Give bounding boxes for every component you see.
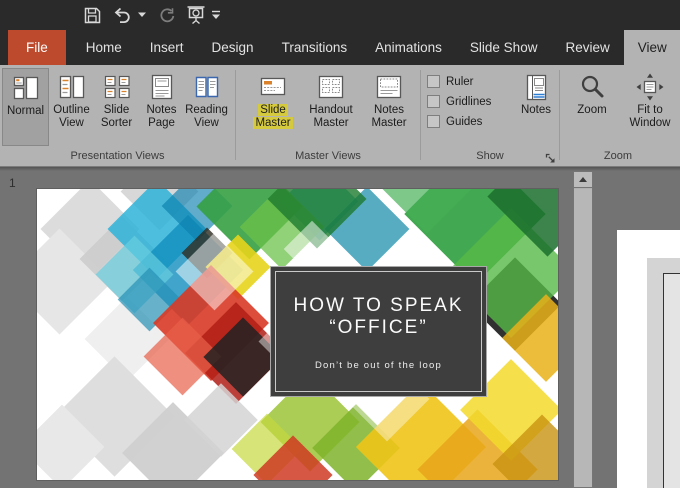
vertical-scrollbar[interactable] xyxy=(573,171,593,488)
checkbox-icon xyxy=(427,115,440,128)
page-placeholder-box xyxy=(663,273,680,488)
button-label: Handout Master xyxy=(302,104,360,130)
button-label: Slide Sorter xyxy=(94,104,139,130)
normal-view-button[interactable]: Normal xyxy=(2,68,49,146)
group-show: Ruler Gridlines Guides Notes Show xyxy=(421,65,559,166)
checkbox-label: Guides xyxy=(446,116,482,128)
tab-transitions[interactable]: Transitions xyxy=(268,30,362,65)
notes-page-icon xyxy=(147,72,177,102)
tab-review[interactable]: Review xyxy=(551,30,623,65)
scrollbar-thumb[interactable] xyxy=(574,189,592,487)
group-presentation-views: Normal Outline View Slide Sorter Notes P… xyxy=(0,65,235,166)
slide-number: 1 xyxy=(9,176,16,190)
group-label-master-views: Master Views xyxy=(236,149,420,166)
slide-subtitle: Don’t be out of the loop xyxy=(315,360,442,371)
button-label: Notes Master xyxy=(360,104,418,130)
show-dialog-launcher[interactable] xyxy=(544,152,556,164)
group-label-show: Show xyxy=(421,149,559,166)
gridlines-checkbox[interactable]: Gridlines xyxy=(427,95,513,108)
fit-to-window-icon xyxy=(635,72,665,102)
notes-master-icon xyxy=(374,72,404,102)
guides-checkbox[interactable]: Guides xyxy=(427,115,513,128)
notes-page-button[interactable]: Notes Page xyxy=(139,68,184,146)
slide-sorter-button[interactable]: Slide Sorter xyxy=(94,68,139,146)
checkbox-label: Ruler xyxy=(446,76,473,88)
start-from-beginning-button[interactable] xyxy=(184,3,208,27)
redo-icon xyxy=(158,7,175,24)
checkbox-icon xyxy=(427,95,440,108)
tab-slide-show[interactable]: Slide Show xyxy=(456,30,552,65)
notes-button[interactable]: Notes xyxy=(513,68,559,146)
outline-view-button[interactable]: Outline View xyxy=(49,68,94,146)
highlighted-label: Slide Master xyxy=(253,104,292,129)
tab-file[interactable]: File xyxy=(8,30,66,65)
group-master-views: Slide Master Handout Master Notes Master… xyxy=(236,65,420,166)
normal-view-icon xyxy=(11,73,41,103)
customize-qat-icon xyxy=(211,10,221,20)
group-zoom: Zoom Fit to Window Zoom xyxy=(560,65,680,166)
button-label: Fit to Window xyxy=(622,104,678,130)
button-label: Slide Master xyxy=(244,104,302,130)
ruler-checkbox[interactable]: Ruler xyxy=(427,75,513,88)
tab-animations[interactable]: Animations xyxy=(361,30,456,65)
checkbox-icon xyxy=(427,75,440,88)
page-placeholder-area xyxy=(647,258,680,488)
button-label: Outline View xyxy=(49,104,94,130)
slide-sorter-icon xyxy=(102,72,132,102)
group-label-zoom: Zoom xyxy=(560,149,676,166)
zoom-button[interactable]: Zoom xyxy=(570,68,614,146)
tab-insert[interactable]: Insert xyxy=(136,30,198,65)
slide-canvas[interactable]: HOW TO SPEAK “OFFICE” Don’t be out of th… xyxy=(37,189,558,480)
undo-icon xyxy=(113,7,132,24)
tab-design[interactable]: Design xyxy=(198,30,268,65)
handout-master-icon xyxy=(316,72,346,102)
reading-view-icon xyxy=(192,72,222,102)
slide-master-button[interactable]: Slide Master xyxy=(244,68,302,146)
button-label: Notes xyxy=(521,104,551,117)
triangle-up-icon xyxy=(579,177,587,182)
handout-master-button[interactable]: Handout Master xyxy=(302,68,360,146)
save-icon xyxy=(83,6,102,25)
zoom-icon xyxy=(577,72,607,102)
button-label: Zoom xyxy=(577,104,606,117)
slide-title: HOW TO SPEAK “OFFICE” xyxy=(293,295,463,339)
outline-view-icon xyxy=(57,72,87,102)
customize-qat-button[interactable] xyxy=(210,3,222,27)
chevron-down-icon xyxy=(138,12,146,18)
checkbox-label: Gridlines xyxy=(446,96,491,108)
undo-button[interactable] xyxy=(110,3,134,27)
undo-dropdown-button[interactable] xyxy=(136,3,148,27)
fit-to-window-button[interactable]: Fit to Window xyxy=(622,68,678,146)
start-from-beginning-icon xyxy=(186,5,206,25)
tab-home[interactable]: Home xyxy=(72,30,136,65)
slide-master-icon xyxy=(258,72,288,102)
redo-button-disabled[interactable] xyxy=(154,3,178,27)
title-bar xyxy=(0,0,680,30)
ribbon-tab-bar: File Home Insert Design Transitions Anim… xyxy=(0,30,680,65)
button-label: Notes Page xyxy=(139,104,184,130)
reading-view-button[interactable]: Reading View xyxy=(184,68,229,146)
adjacent-page-fragment xyxy=(617,230,680,488)
tab-view[interactable]: View xyxy=(624,30,680,65)
notes-icon xyxy=(521,72,551,102)
button-label: Reading View xyxy=(184,104,229,130)
group-label-presentation-views: Presentation Views xyxy=(0,149,235,166)
title-placeholder[interactable]: HOW TO SPEAK “OFFICE” Don’t be out of th… xyxy=(270,266,487,397)
ribbon-view-tab-content: Normal Outline View Slide Sorter Notes P… xyxy=(0,65,680,167)
button-label: Normal xyxy=(7,105,44,118)
save-button[interactable] xyxy=(80,3,104,27)
title-placeholder-content: HOW TO SPEAK “OFFICE” Don’t be out of th… xyxy=(271,267,486,396)
scroll-up-button[interactable] xyxy=(574,172,592,188)
notes-master-button[interactable]: Notes Master xyxy=(360,68,418,146)
slide-workspace: 1 HOW TO SPEAK “OFFICE” Don’t be out of … xyxy=(0,167,680,488)
